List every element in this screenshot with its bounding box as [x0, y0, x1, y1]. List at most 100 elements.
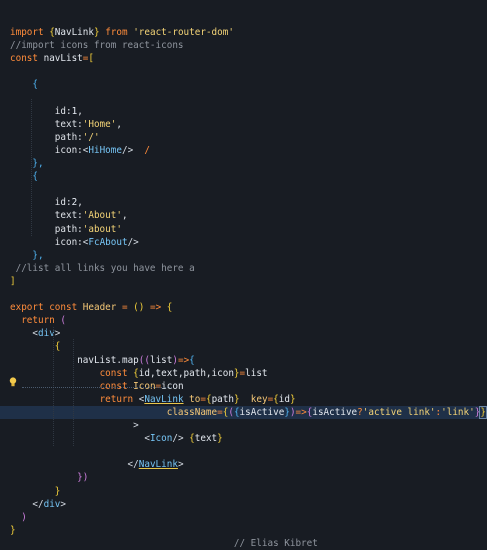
code-token: 'react-router-dom' — [133, 27, 234, 38]
code-token: import — [10, 27, 50, 38]
indent-guide — [31, 99, 32, 236]
code-line[interactable]: } — [0, 524, 487, 537]
code-editor[interactable]: import {NavLink} from 'react-router-dom'… — [0, 0, 487, 549]
code-token: /> — [172, 433, 190, 445]
code-line[interactable]: return ( — [0, 314, 487, 327]
code-token: div — [43, 498, 61, 510]
code-line[interactable]: { — [0, 78, 487, 91]
code-line[interactable] — [0, 92, 487, 105]
code-token: => — [144, 302, 167, 314]
code-line[interactable]: //import icons from react-icons — [0, 39, 487, 52]
code-line[interactable] — [0, 183, 487, 196]
code-token: id,text,path,icon — [138, 367, 234, 379]
code-token: { — [32, 79, 38, 91]
code-line[interactable]: ) — [0, 511, 487, 524]
code-token: //list all links you have here a — [10, 262, 195, 274]
code-token: icon: — [10, 236, 83, 248]
code-line[interactable]: text:'About', — [0, 209, 487, 222]
code-token: => — [295, 406, 307, 418]
code-token: map — [121, 354, 139, 366]
code-token: navList — [10, 354, 117, 366]
code-line[interactable]: { — [0, 170, 487, 183]
code-token: Header — [82, 302, 117, 314]
code-token: }, — [32, 158, 44, 169]
code-line[interactable]: } — [0, 485, 487, 498]
code-line[interactable]: text:'Home', — [0, 118, 487, 131]
code-line[interactable]: }, — [0, 249, 487, 262]
code-line[interactable]: //list all links you have here a — [0, 262, 487, 275]
code-token: 'active link' — [362, 406, 436, 418]
lightbulb-icon[interactable] — [9, 377, 17, 387]
indent-guide-highlight — [22, 387, 172, 388]
code-line[interactable]: id:1, — [0, 105, 487, 118]
code-token: ( — [60, 315, 66, 327]
code-token: id: — [10, 105, 72, 117]
code-token: { — [54, 341, 61, 353]
code-token: return — [10, 315, 61, 327]
code-token: , — [77, 197, 83, 209]
code-line[interactable] — [0, 445, 487, 458]
code-line[interactable]: ] — [0, 275, 487, 288]
code-line[interactable]: </NavLink> — [0, 458, 487, 471]
code-line[interactable] — [0, 288, 487, 301]
code-token: return — [99, 393, 139, 405]
code-token: , — [121, 210, 128, 222]
code-token: list — [149, 354, 173, 366]
code-token: } — [217, 433, 223, 445]
code-token: key — [239, 393, 268, 405]
code-token: ] — [10, 275, 16, 287]
code-token: isActive — [312, 406, 358, 418]
code-token: 'About' — [82, 210, 122, 222]
code-line[interactable]: }, — [0, 157, 487, 170]
code-token: { — [189, 354, 195, 366]
code-token: 'about' — [82, 223, 122, 235]
code-line[interactable]: const navList=[ — [0, 52, 487, 65]
code-line[interactable]: path:'about' — [0, 223, 487, 236]
code-token: const — [49, 302, 83, 314]
code-token: path: — [10, 131, 83, 143]
code-line[interactable]: // Elias Kibret — [0, 537, 487, 550]
code-token: > — [10, 420, 139, 431]
code-token: id — [278, 393, 290, 405]
code-token: => — [177, 354, 190, 366]
code-token: NavLink — [138, 459, 178, 471]
indent-guide — [73, 339, 74, 446]
code-token: ) — [21, 511, 27, 523]
code-token: } — [10, 524, 16, 536]
code-line[interactable]: import {NavLink} from 'react-router-dom' — [0, 26, 487, 39]
code-token: const — [10, 53, 44, 65]
code-token: 'Home' — [82, 118, 117, 130]
code-token: from — [99, 27, 134, 38]
code-line[interactable]: export const Header = () => { — [0, 301, 487, 314]
code-line[interactable]: id:2, — [0, 196, 487, 209]
code-token: FcAbout — [88, 236, 128, 248]
code-token: 'link' — [441, 406, 475, 418]
code-line[interactable]: icon:<FcAbout/> — [0, 236, 487, 249]
code-line[interactable]: path:'/' — [0, 131, 487, 144]
code-line[interactable]: }) — [0, 471, 487, 484]
code-token: id: — [10, 197, 72, 209]
code-token: { — [32, 171, 38, 183]
code-token: > — [60, 498, 66, 510]
code-token: , — [116, 118, 122, 130]
code-token: } — [479, 405, 487, 419]
code-token: const — [99, 367, 134, 379]
code-token: NavLink — [144, 393, 184, 405]
code-token: list — [245, 367, 268, 379]
code-line[interactable]: </div> — [0, 498, 487, 511]
code-line[interactable] — [0, 65, 487, 78]
code-token: navList — [43, 53, 83, 65]
code-token: to — [183, 393, 201, 405]
code-token: isActive — [239, 406, 285, 418]
code-line[interactable]: icon:<HiHome/> / — [0, 144, 487, 157]
code-token: export — [10, 302, 50, 314]
